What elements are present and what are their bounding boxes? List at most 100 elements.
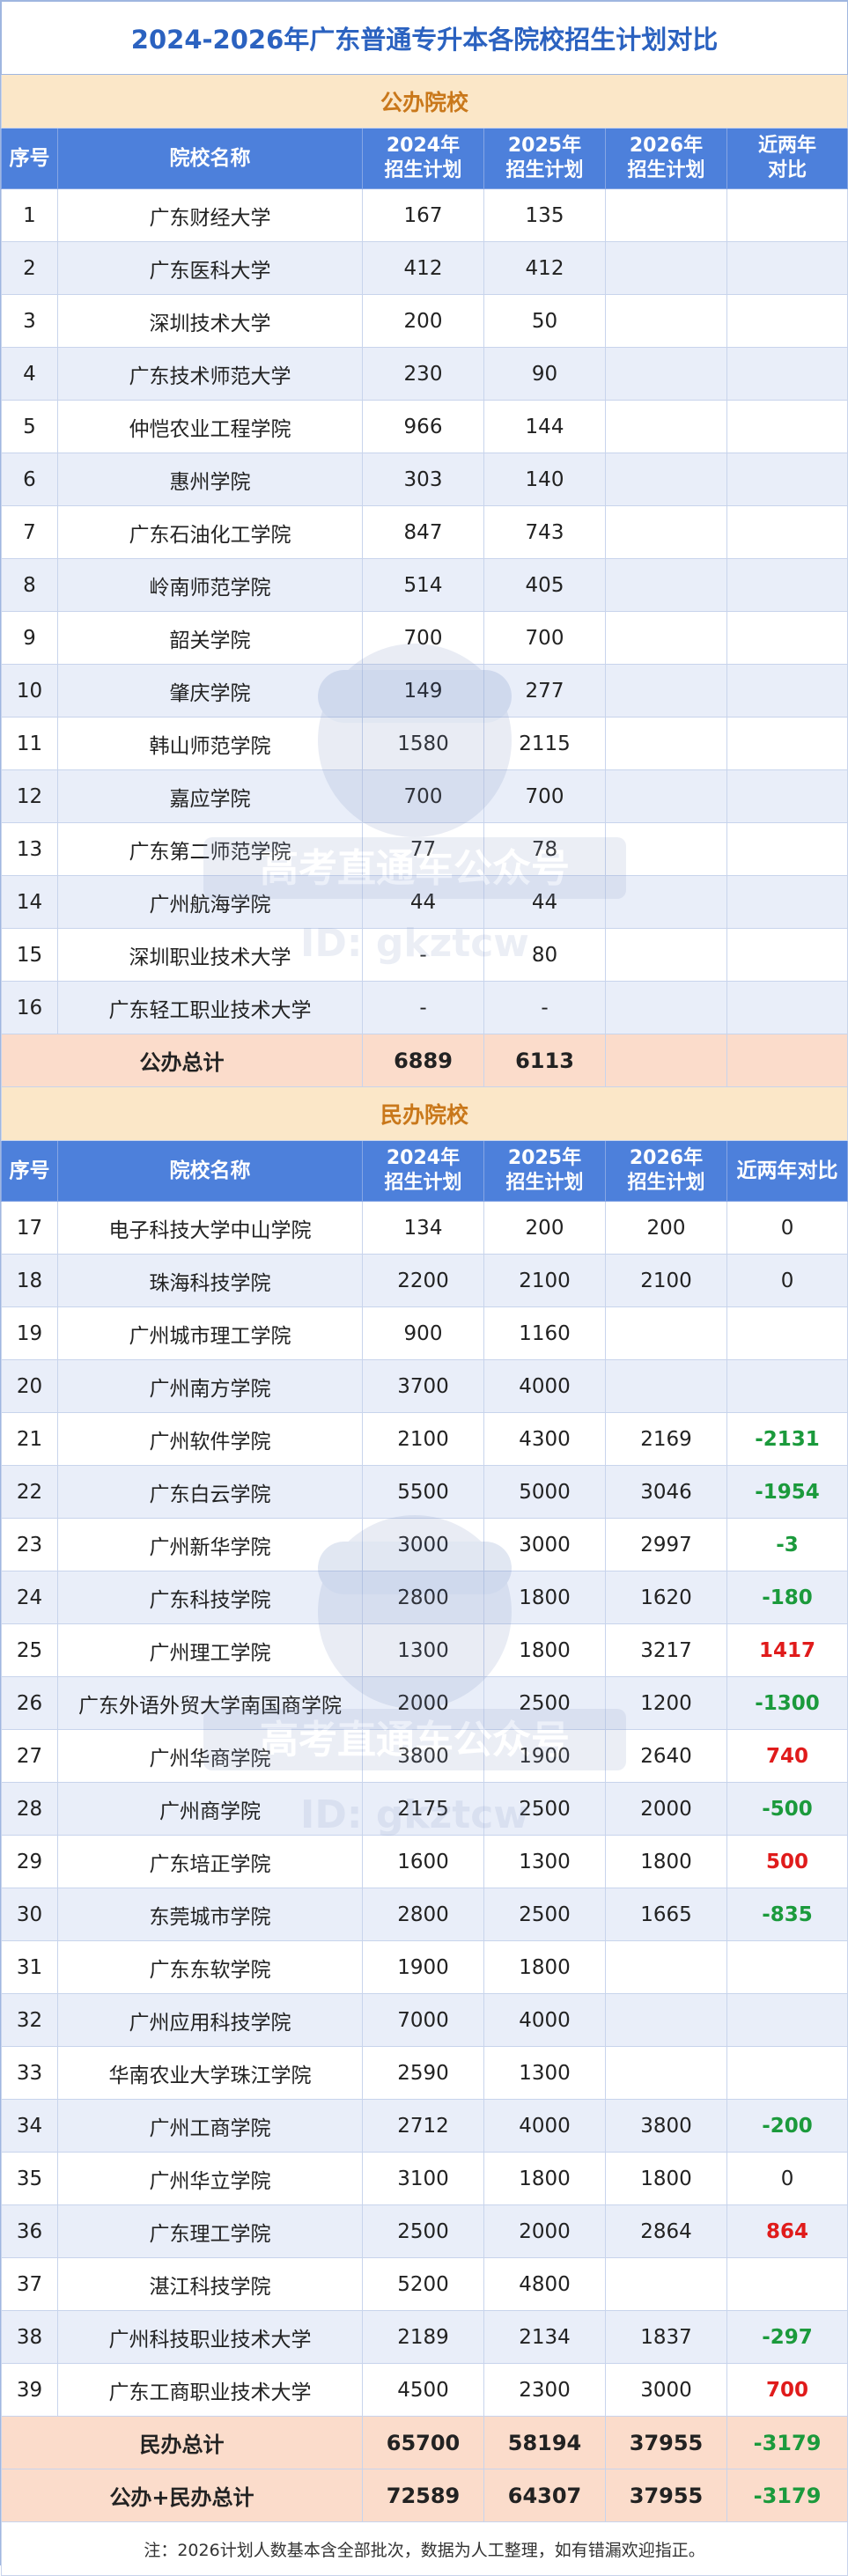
- cell-2025-plan: 2134: [483, 2310, 606, 2364]
- table-row: 23 广州新华学院 3000 3000 2997 -3: [1, 1518, 848, 1571]
- cell-2024-plan: 3000: [362, 1518, 484, 1571]
- cell-2026-plan: [605, 2257, 727, 2311]
- cell-2024-plan: 2200: [362, 1254, 484, 1307]
- table-row: 15 深圳职业技术大学 -80: [1, 928, 848, 982]
- cell-compare: [726, 558, 848, 612]
- cell-index: 36: [1, 2204, 58, 2258]
- cell-index: 39: [1, 2363, 58, 2417]
- cell-index: 35: [1, 2152, 58, 2205]
- cell-school-name: 仲恺农业工程学院: [57, 400, 363, 453]
- header-2025-line2: 招生计划: [505, 1172, 584, 1194]
- cell-2024-plan: 2590: [362, 2046, 484, 2100]
- total-compare: -3179: [726, 2469, 848, 2522]
- cell-school-name: 惠州学院: [57, 453, 363, 506]
- footnote-row: 注：2026计划人数基本含全部批次，数据为人工整理，如有错漏欢迎指正。: [0, 2521, 848, 2576]
- table-row: 14 广州航海学院 44 44: [1, 875, 848, 929]
- cell-2024-plan: 2189: [362, 2310, 484, 2364]
- cell-index: 31: [1, 1940, 58, 1994]
- cell-2026-plan: [605, 1993, 727, 2047]
- cell-compare: [726, 611, 848, 665]
- total-compare: [726, 1034, 848, 1087]
- cell-school-name: 珠海科技学院: [57, 1254, 363, 1307]
- cell-2024-plan: 514: [362, 558, 484, 612]
- cell-compare: [726, 294, 848, 348]
- section-label: 民办院校: [0, 1086, 848, 1141]
- total-2025: 6113: [483, 1034, 606, 1087]
- table-row: 36 广东理工学院 2500 2000 2864 864: [1, 2204, 848, 2258]
- cell-compare: [726, 347, 848, 401]
- cell-school-name: 广东科技学院: [57, 1571, 363, 1624]
- cell-2026-plan: [605, 1359, 727, 1413]
- cell-compare: [726, 241, 848, 295]
- cell-2026-plan: [605, 664, 727, 718]
- cell-school-name: 广东外语外贸大学南国商学院: [57, 1676, 363, 1730]
- cell-index: 18: [1, 1254, 58, 1307]
- column-header-row: 序号院校名称2024年招生计划2025年招生计划2026年招生计划近两年对比: [1, 128, 848, 189]
- cell-2025-plan: 277: [483, 664, 606, 718]
- cell-2024-plan: 167: [362, 188, 484, 242]
- table-row: 21 广州软件学院 2100 4300 2169 -2131: [1, 1412, 848, 1466]
- cell-school-name: 广东医科大学: [57, 241, 363, 295]
- table-row: 11 韩山师范学院 1580 2115: [1, 717, 848, 770]
- cell-compare: [726, 664, 848, 718]
- total-label: 公办+民办总计: [1, 2469, 363, 2522]
- section-header: 公办院校: [0, 74, 848, 129]
- header-2026: 2026年 招生计划: [605, 1140, 727, 1202]
- cell-2026-plan: [605, 400, 727, 453]
- cell-2024-plan: 3800: [362, 1729, 484, 1783]
- cell-2025-plan: 412: [483, 241, 606, 295]
- header-index: 序号: [1, 1140, 58, 1202]
- cell-index: 27: [1, 1729, 58, 1783]
- cell-2026-plan: [605, 875, 727, 929]
- cell-2024-plan: 1300: [362, 1623, 484, 1677]
- cell-2025-plan: 80: [483, 928, 606, 982]
- cell-2026-plan: 1800: [605, 2152, 727, 2205]
- cell-index: 13: [1, 822, 58, 876]
- cell-school-name: 广州理工学院: [57, 1623, 363, 1677]
- cell-2026-plan: 3800: [605, 2099, 727, 2153]
- cell-2026-plan: 2640: [605, 1729, 727, 1783]
- cell-2025-plan: 3000: [483, 1518, 606, 1571]
- cell-2026-plan: [605, 505, 727, 559]
- cell-index: 26: [1, 1676, 58, 1730]
- cell-school-name: 深圳职业技术大学: [57, 928, 363, 982]
- cell-compare: [726, 2046, 848, 2100]
- table-row: 7 广东石油化工学院 847 743: [1, 505, 848, 559]
- table-row: 16 广东轻工职业技术大学 - -: [1, 981, 848, 1034]
- cell-2025-plan: 1800: [483, 1623, 606, 1677]
- cell-index: 15: [1, 928, 58, 982]
- cell-2025-plan: 1300: [483, 2046, 606, 2100]
- cell-compare: [726, 188, 848, 242]
- cell-index: 33: [1, 2046, 58, 2100]
- table-row: 25 广州理工学院 1300 1800 3217 1417: [1, 1623, 848, 1677]
- cell-index: 20: [1, 1359, 58, 1413]
- cell-school-name: 华南农业大学珠江学院: [57, 2046, 363, 2100]
- table-row: 12 嘉应学院 700 700: [1, 769, 848, 823]
- cell-index: 2: [1, 241, 58, 295]
- table-row: 26 广东外语外贸大学南国商学院 2000 2500 1200 -1300: [1, 1676, 848, 1730]
- cell-index: 19: [1, 1306, 58, 1360]
- cell-index: 38: [1, 2310, 58, 2364]
- table-row: 38 广州科技职业技术大学 2189 2134 1837 -297: [1, 2310, 848, 2364]
- cell-index: 25: [1, 1623, 58, 1677]
- cell-school-name: 广州南方学院: [57, 1359, 363, 1413]
- cell-school-name: 广州商学院: [57, 1782, 363, 1836]
- table-row: 34 广州工商学院 2712 4000 3800 -200: [1, 2099, 848, 2153]
- cell-school-name: 广东财经大学: [57, 188, 363, 242]
- cell-2025-plan: 743: [483, 505, 606, 559]
- table-row: 22 广东白云学院 5500 5000 3046 -1954: [1, 1465, 848, 1519]
- cell-2025-plan: 2115: [483, 717, 606, 770]
- cell-compare: -1300: [726, 1676, 848, 1730]
- table-row: 18 珠海科技学院 2200 2100 2100 0: [1, 1254, 848, 1307]
- table-row: 19 广州城市理工学院 900 1160: [1, 1306, 848, 1360]
- cell-2026-plan: 2864: [605, 2204, 727, 2258]
- cell-2024-plan: -: [362, 928, 484, 982]
- cell-2026-plan: 2997: [605, 1518, 727, 1571]
- cell-2026-plan: 3046: [605, 1465, 727, 1519]
- cell-compare: 700: [726, 2363, 848, 2417]
- column-header-row: 序号院校名称2024年招生计划2025年招生计划2026年招生计划近两年对比: [1, 1140, 848, 1202]
- cell-2025-plan: 700: [483, 769, 606, 823]
- cell-compare: [726, 717, 848, 770]
- cell-compare: [726, 822, 848, 876]
- cell-index: 17: [1, 1201, 58, 1255]
